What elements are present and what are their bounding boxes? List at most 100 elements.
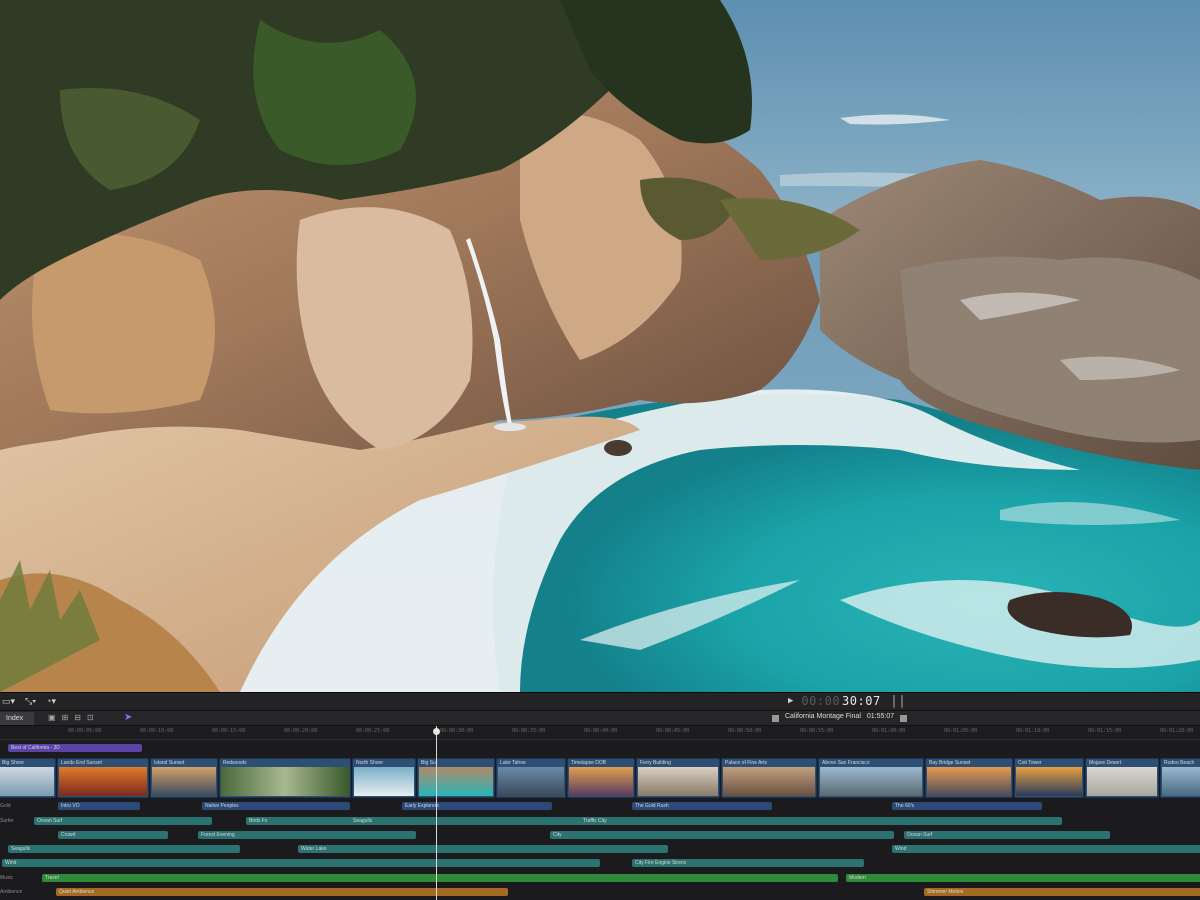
clip-thumbnail — [820, 767, 922, 796]
video-clip[interactable]: Coit Tower — [1014, 758, 1084, 798]
clip-label: Island Sunset — [154, 760, 185, 766]
clip-label: Big Sur — [421, 760, 438, 766]
insert-icon[interactable]: ⊟ — [74, 713, 81, 722]
clip-label: North Shore — [356, 760, 383, 766]
playhead-handle[interactable] — [433, 728, 440, 735]
select-tool-icon[interactable]: ➤ — [124, 712, 132, 723]
video-clip[interactable]: Above San Francisco — [818, 758, 924, 798]
speed-icon[interactable]: ◔▾ — [46, 696, 56, 707]
ruler-tick: 00:01:05:00 — [944, 728, 978, 734]
clip-thumbnail — [0, 767, 54, 796]
video-clip[interactable]: Big Sur — [417, 758, 495, 798]
video-clip[interactable]: Lands End Sunset — [57, 758, 149, 798]
audio-clip[interactable]: Native Peoples — [202, 802, 350, 810]
audio-clip[interactable]: Water Lake — [298, 845, 668, 853]
video-clip[interactable]: Ferry Building — [636, 758, 720, 798]
clip-thumbnail — [1016, 767, 1082, 796]
clip-thumbnail — [498, 767, 564, 796]
audio-clip[interactable]: The 60's — [892, 802, 1042, 810]
ruler-tick: 00:00:45:00 — [656, 728, 690, 734]
audio-clip[interactable]: Crowd — [58, 831, 168, 839]
title-clip[interactable]: Best of California - 3D — [8, 744, 142, 752]
ambience-clip[interactable]: Shimmer Motion — [924, 888, 1200, 896]
timeline-tracks: Best of California - 3D Big Shore Lands … — [0, 740, 1200, 900]
audio-clip[interactable]: Seagulls — [350, 817, 582, 825]
clip-thumbnail — [152, 767, 216, 796]
ruler-tick: 00:00:05:00 — [68, 728, 102, 734]
ruler-tick: 00:00:50:00 — [728, 728, 762, 734]
row-label: Gold — [0, 803, 11, 809]
video-clip[interactable]: Mojave Desert — [1085, 758, 1159, 798]
ruler-tick: 00:00:25:00 — [356, 728, 390, 734]
audio-clip[interactable]: Seagulls — [8, 845, 240, 853]
audio-clip[interactable]: Wind — [892, 845, 1200, 853]
clip-label: Lake Tahoe — [500, 760, 526, 766]
project-settings-icon[interactable] — [900, 715, 908, 722]
clip-label: Timelapse DOB — [571, 760, 607, 766]
ruler-tick: 00:01:15:00 — [1088, 728, 1122, 734]
video-clip[interactable]: Timelapse DOB — [567, 758, 635, 798]
ruler-tick: 00:00:20:00 — [284, 728, 318, 734]
video-clip[interactable]: Redwoods — [219, 758, 351, 798]
clip-thumbnail — [638, 767, 718, 796]
timeline-header: Index ▣ ⊞ ⊟ ⊡ ➤ California Montage Final… — [0, 710, 1200, 726]
audio-clip[interactable]: Early Explorers — [402, 802, 552, 810]
ruler-tick: 00:01:10:00 — [1016, 728, 1050, 734]
audio-clip[interactable]: Forest Evening — [198, 831, 416, 839]
view-options-icon[interactable]: ▭▾ — [2, 696, 15, 707]
audio-clip[interactable]: City — [550, 831, 894, 839]
audio-clip[interactable]: Birds Fx — [246, 817, 352, 825]
clip-thumbnail — [1087, 767, 1157, 796]
clip-thumbnail — [927, 767, 1011, 796]
project-duration: 01:55:07 — [866, 713, 895, 720]
audio-clip[interactable]: Ocean Surf — [904, 831, 1110, 839]
clip-thumbnail — [569, 767, 633, 796]
transform-tool-icon[interactable]: ⤡▾ — [25, 696, 36, 707]
clip-label: Rodeo Beach — [1164, 760, 1195, 766]
audio-clip[interactable]: Ocean Surf — [34, 817, 212, 825]
audio-clip[interactable]: Intro VO — [58, 802, 140, 810]
video-clip[interactable]: Palace of Fine Arts — [721, 758, 817, 798]
ambience-clip[interactable]: Quiet Ambience — [56, 888, 508, 896]
video-clip[interactable]: North Shore — [352, 758, 416, 798]
ruler-tick: 00:00:15:00 — [212, 728, 246, 734]
row-label: Music — [0, 875, 14, 881]
project-name[interactable]: California Montage Final — [785, 713, 861, 722]
audio-clip[interactable]: Traffic City — [580, 817, 1062, 825]
timecode-current: 30:07 — [842, 694, 881, 708]
clip-label: Mojave Desert — [1089, 760, 1122, 766]
clip-thumbnail — [59, 767, 147, 796]
music-clip[interactable]: Travel — [42, 874, 838, 882]
overwrite-icon[interactable]: ⊡ — [87, 713, 94, 722]
index-button[interactable]: Index — [0, 712, 34, 725]
play-icon[interactable]: ▶ — [788, 696, 793, 706]
clip-label: Ferry Building — [640, 760, 671, 766]
video-clip[interactable]: Lake Tahoe — [496, 758, 566, 798]
video-clip[interactable]: Big Shore — [0, 758, 56, 798]
coastline-photo — [0, 0, 1200, 692]
clip-thumbnail — [354, 767, 414, 796]
playhead[interactable] — [436, 726, 437, 900]
clip-label: Above San Francisco — [822, 760, 870, 766]
clip-label: Palace of Fine Arts — [725, 760, 767, 766]
viewer-frame — [0, 0, 1200, 692]
audio-clip[interactable]: The Gold Rush — [632, 802, 772, 810]
clip-label: Coit Tower — [1018, 760, 1042, 766]
audio-clip[interactable]: Wind — [2, 859, 600, 867]
music-clip[interactable]: Modern — [846, 874, 1200, 882]
timeline-ruler[interactable]: 00:00:05:00 00:00:10:00 00:00:15:00 00:0… — [0, 726, 1200, 740]
audio-meter-icon — [892, 694, 903, 708]
clip-appearance-icon[interactable]: ▣ — [48, 713, 56, 722]
video-clip[interactable]: Island Sunset — [150, 758, 218, 798]
video-clip[interactable]: Rodeo Beach — [1160, 758, 1200, 798]
ruler-tick: 00:00:55:00 — [800, 728, 834, 734]
video-clip[interactable]: Bay Bridge Sunset — [925, 758, 1013, 798]
connect-icon[interactable]: ⊞ — [62, 713, 69, 722]
timecode-hours: 00:00 — [801, 694, 841, 708]
ruler-tick: 00:00:35:00 — [512, 728, 546, 734]
audio-clip[interactable]: City Fire Engine Sirens — [632, 859, 864, 867]
row-label: Surfer — [0, 818, 14, 824]
clip-label: Lands End Sunset — [61, 760, 102, 766]
project-icon — [772, 715, 779, 722]
clip-thumbnail — [723, 767, 815, 796]
